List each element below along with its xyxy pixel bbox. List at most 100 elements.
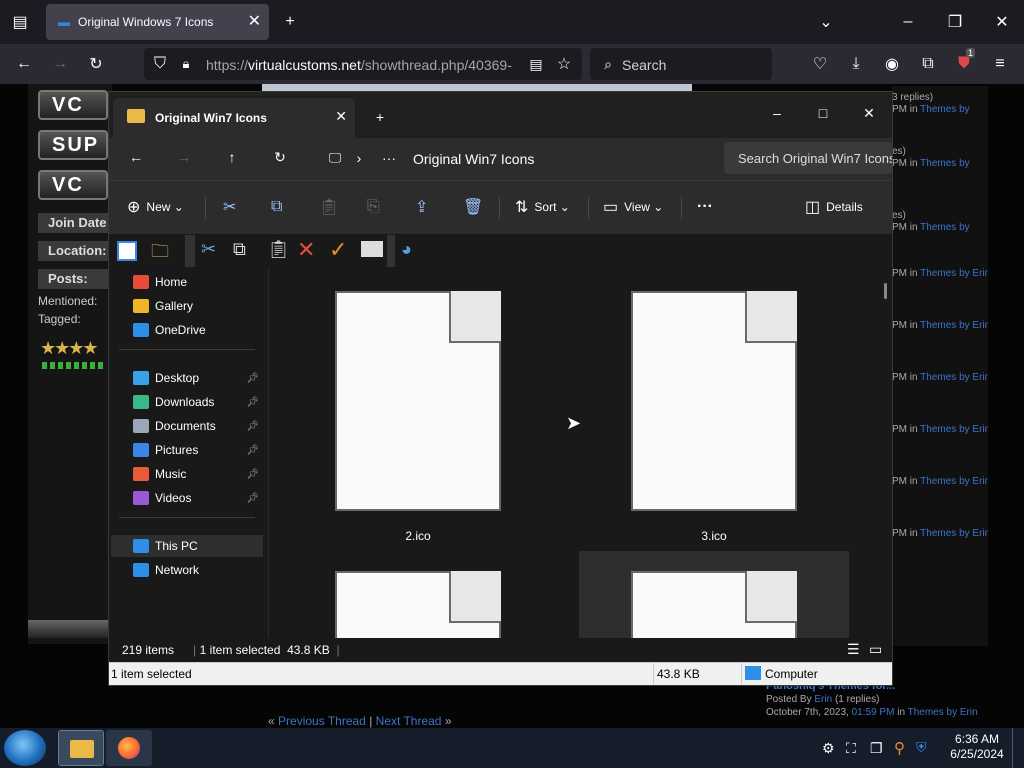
address-bar[interactable]: 🖵︎ › ··· Original Win7 Icons (312, 142, 716, 174)
recent-thread-forum-link[interactable]: Themes by (920, 158, 969, 169)
previous-thread-link[interactable]: Previous Thread (278, 714, 366, 728)
logo-button-3[interactable]: VC (38, 170, 108, 200)
pin-icon[interactable]: 📌︎ (246, 493, 259, 504)
cut-button[interactable]: ✂ (223, 191, 242, 223)
delete-button[interactable]: 🗑︎ (463, 191, 489, 223)
lock-icon[interactable]: 🔒︎ (172, 50, 200, 78)
recent-thread-forum-link[interactable]: Themes by Erin (920, 268, 988, 279)
new-tab-icon[interactable]: + (357, 102, 403, 132)
rename-button[interactable]: ⎘ (367, 191, 386, 223)
nav-item-downloads[interactable]: Downloads 📌︎ (111, 391, 263, 413)
recent-thread-forum-link[interactable]: Themes by Erin (920, 476, 988, 487)
extensions-icon[interactable]: ⧉ (914, 50, 942, 78)
cut-icon[interactable]: ✂ (201, 239, 216, 260)
nav-item-pictures[interactable]: Pictures 📌︎ (111, 439, 263, 461)
back-icon[interactable]: ← (113, 142, 159, 172)
explorer-tab[interactable]: Original Win7 Icons ✕ (113, 98, 355, 138)
delete-x-icon[interactable]: ✕ (297, 237, 315, 263)
logo-button-2[interactable]: SUP (38, 130, 108, 160)
pin-icon[interactable]: 📌︎ (246, 397, 259, 408)
checkmark-icon[interactable]: ✓ (329, 237, 347, 263)
view-button[interactable]: ▭ View ⌄ (603, 191, 663, 223)
nav-item-music[interactable]: Music 📌︎ (111, 463, 263, 485)
system-clock[interactable]: 6:36 AM 6/25/2024 (946, 732, 1008, 762)
tab-list-icon[interactable]: ▤ (6, 8, 34, 36)
nav-item-videos[interactable]: Videos 📌︎ (111, 487, 263, 509)
close-window-icon[interactable]: ✕ (846, 98, 892, 128)
reader-view-icon[interactable]: ▤ (522, 50, 550, 78)
up-icon[interactable]: ↑ (209, 142, 255, 172)
copy-tray-icon[interactable]: ❐ (870, 740, 883, 757)
url-text[interactable]: https://virtualcustoms.net/showthread.ph… (206, 57, 516, 73)
recent-thread-forum-link[interactable]: Themes by Erin (920, 320, 988, 331)
details-view-icon[interactable]: ☰ (847, 641, 860, 658)
pin-icon[interactable]: 📌︎ (246, 421, 259, 432)
minimize-icon[interactable]: – (754, 98, 800, 128)
pocket-icon[interactable]: ♡ (806, 50, 834, 78)
file-explorer-taskbar-button[interactable] (58, 730, 104, 766)
nav-item-onedrive[interactable]: OneDrive (111, 319, 263, 341)
sort-button[interactable]: ⇅ Sort ⌄ (515, 191, 570, 223)
bookmark-star-icon[interactable]: ☆ (550, 50, 578, 78)
paste-icon[interactable]: 📋︎ (267, 239, 290, 260)
nav-item-home[interactable]: Home (111, 271, 263, 293)
more-options-button[interactable]: ··· (697, 191, 713, 223)
account-icon[interactable]: ◉ (878, 50, 906, 78)
nav-item-network[interactable]: Network (111, 559, 263, 581)
pin-icon[interactable]: 📌︎ (246, 445, 259, 456)
action-center-icon[interactable]: ⚙ (822, 740, 835, 757)
refresh-icon[interactable]: ↻ (257, 142, 303, 172)
shield-icon[interactable]: ⛉ (146, 50, 174, 78)
reload-icon[interactable]: ↻ (82, 50, 110, 78)
file-item[interactable]: 3.ico (631, 291, 799, 543)
recent-thread-forum-link[interactable]: Themes by Erin (920, 528, 988, 539)
copy-icon[interactable]: ⧉ (233, 239, 246, 260)
menu-icon[interactable]: ≡ (986, 50, 1014, 78)
screenshot-icon[interactable]: ⛶ (846, 740, 856, 757)
nav-item-gallery[interactable]: Gallery (111, 295, 263, 317)
start-button[interactable] (4, 730, 46, 766)
recent-thread-forum-link[interactable]: Themes by (920, 222, 969, 233)
tiles-view-icon[interactable]: ▭ (869, 641, 882, 658)
search-tray-icon[interactable]: ⚲ (894, 739, 905, 757)
nav-item-documents[interactable]: Documents 📌︎ (111, 415, 263, 437)
file-item[interactable] (335, 571, 503, 638)
open-folder-icon[interactable]: 🗀︎ (151, 239, 169, 269)
close-tab-icon[interactable]: ✕ (248, 11, 261, 31)
new-tab-icon[interactable]: + (276, 8, 304, 36)
select-all-icon[interactable] (117, 241, 137, 261)
security-icon[interactable]: ⛨ (916, 739, 927, 756)
pin-icon[interactable]: 📌︎ (246, 469, 259, 480)
forward-icon[interactable]: → (161, 142, 207, 172)
explorer-search-box[interactable]: Search Original Win7 Icons (724, 142, 892, 174)
share-button[interactable]: ⇪ (415, 191, 434, 223)
nav-item-desktop[interactable]: Desktop 📌︎ (111, 367, 263, 389)
paste-button[interactable]: 📋︎ (319, 191, 345, 223)
tab-dropdown-icon[interactable]: ⌄ (812, 8, 840, 36)
nav-item-this-pc[interactable]: This PC (111, 535, 263, 557)
next-thread-link[interactable]: Next Thread (376, 714, 442, 728)
close-tab-icon[interactable]: ✕ (335, 108, 347, 125)
author-link[interactable]: Erin (814, 694, 832, 705)
search-bar[interactable]: ⌕ Search (590, 48, 772, 80)
restore-icon[interactable]: ❐ (941, 8, 969, 36)
scrollbar-thumb[interactable] (884, 283, 887, 299)
minimize-icon[interactable]: – (894, 8, 922, 36)
recent-thread-forum-link[interactable]: Themes by Erin (920, 372, 988, 383)
browser-tab[interactable]: ▬ Original Windows 7 Icons ✕ (46, 4, 269, 40)
copy-button[interactable]: ⧉ (271, 191, 288, 223)
close-window-icon[interactable]: ✕ (988, 8, 1016, 36)
logo-button-1[interactable]: VC (38, 90, 108, 120)
globe-icon[interactable]: ◕ (401, 239, 412, 260)
downloads-icon[interactable]: ⤓ (842, 50, 870, 78)
forward-icon[interactable]: → (46, 50, 74, 78)
new-button[interactable]: ⊕ New ⌄ (127, 191, 184, 223)
firefox-taskbar-button[interactable] (106, 730, 152, 766)
ublock-icon[interactable]: ⛊ 1 (950, 48, 978, 78)
details-button[interactable]: ◫ Details (805, 191, 863, 223)
properties-icon[interactable] (361, 241, 383, 257)
recent-thread-forum-link[interactable]: Themes by (920, 104, 969, 115)
recent-thread-forum-link[interactable]: Themes by Erin (920, 424, 988, 435)
more-paths-icon[interactable]: ··· (366, 143, 412, 173)
pin-icon[interactable]: 📌︎ (246, 373, 259, 384)
